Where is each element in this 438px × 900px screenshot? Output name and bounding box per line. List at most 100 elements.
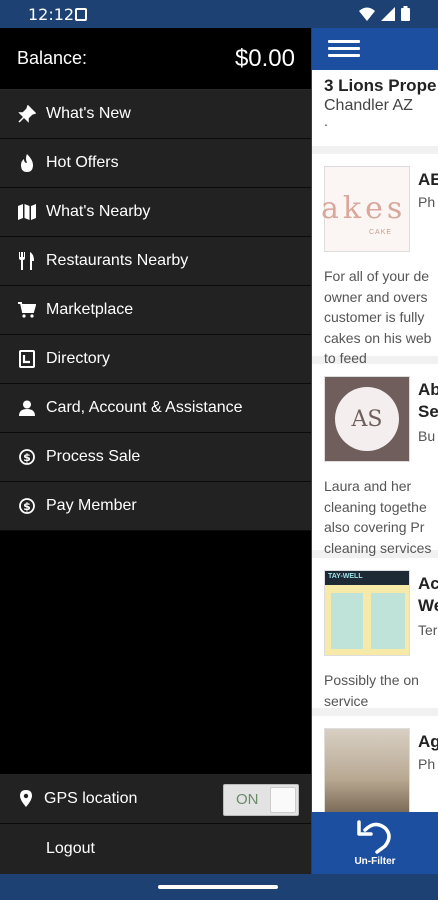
signal-icon xyxy=(381,6,395,21)
menu-item-label: What's Nearby xyxy=(46,203,151,220)
utensils-icon xyxy=(0,252,46,270)
menu-item-hot-offers[interactable]: Hot Offers xyxy=(0,139,311,188)
flame-icon xyxy=(0,154,46,172)
menu-item-label: Process Sale xyxy=(46,448,141,465)
menu-item-label: Hot Offers xyxy=(46,154,119,171)
menu-item-marketplace[interactable]: Marketplace xyxy=(0,286,311,335)
desc-line: cleaning togethe xyxy=(324,498,427,515)
listing-image-sub: CAKE xyxy=(369,229,393,236)
listing-subtitle: Ph xyxy=(418,756,436,772)
desc-line: For all of your de xyxy=(324,268,430,284)
menu-item-restaurants-nearby[interactable]: Restaurants Nearby xyxy=(0,237,311,286)
undo-icon xyxy=(357,820,391,854)
gps-location-row: GPS location ON xyxy=(0,774,311,824)
listing-description: Possibly the on service xyxy=(324,670,438,711)
status-time: 12:12 xyxy=(28,5,75,24)
listing-image-badge: AS xyxy=(335,387,399,451)
listing-image-text: akes xyxy=(321,191,407,226)
menu-item-process-sale[interactable]: $ Process Sale xyxy=(0,433,311,482)
listing-title: Ag xyxy=(418,732,438,751)
svg-text:$: $ xyxy=(23,500,31,513)
menu-item-label: Pay Member xyxy=(46,497,137,514)
dollar-icon: $ xyxy=(0,449,46,465)
menu-item-label: Marketplace xyxy=(46,301,134,318)
wifi-icon xyxy=(359,7,375,21)
logout-button[interactable]: Logout xyxy=(0,824,311,874)
sim-card-icon xyxy=(75,8,87,21)
listing-description: Laura and her cleaning togethe also cove… xyxy=(324,476,438,558)
listing-card[interactable]: Ag Ph xyxy=(312,716,438,826)
desc-line: cleaning services xyxy=(324,539,432,556)
listing-image-panel xyxy=(331,593,363,649)
desc-line: Possibly the on xyxy=(324,672,419,688)
listing-title: AE xyxy=(418,170,438,189)
desc-line: service xyxy=(324,692,369,709)
listing-title-line2: We xyxy=(418,596,438,615)
balance-value: $0.00 xyxy=(234,44,295,72)
menu-item-card-account[interactable]: Card, Account & Assistance xyxy=(0,384,311,433)
listing-subtitle: Ter xyxy=(418,622,438,638)
desc-line: cakes on his web xyxy=(324,329,432,346)
menu-item-pay-member[interactable]: $ Pay Member xyxy=(0,482,311,531)
screen: 12:12 3 Lions Prope Chandler AZ . akes C… xyxy=(0,0,438,900)
battery-icon xyxy=(401,6,410,21)
toggle-knob xyxy=(270,787,296,813)
menu-item-label: Directory xyxy=(46,350,111,367)
menu-item-label: What's New xyxy=(46,105,131,122)
svg-text:$: $ xyxy=(23,451,31,464)
gps-toggle-state: ON xyxy=(236,791,259,808)
listing-image xyxy=(324,728,410,814)
desc-line: customer is fully xyxy=(324,309,425,325)
menu-item-whats-nearby[interactable]: What's Nearby xyxy=(0,188,311,237)
status-bar: 12:12 xyxy=(0,0,438,28)
listing-image-panel xyxy=(371,593,405,649)
desc-line: also covering Pr xyxy=(324,519,425,535)
map-icon xyxy=(0,204,46,220)
listing-title: Ac xyxy=(418,574,438,593)
unfilter-label: Un-Filter xyxy=(354,856,396,867)
balance-header: Balance: $0.00 xyxy=(0,28,311,90)
listing-title: Ab xyxy=(418,380,438,399)
directory-icon xyxy=(0,350,46,368)
status-icons xyxy=(359,6,410,21)
listing-image: akes CAKE xyxy=(321,166,410,252)
listing-image-text: TAY-WELL xyxy=(328,573,363,580)
listing-card[interactable]: TAY-WELL Ac We Ter Possibly the on servi… xyxy=(312,558,438,711)
drawer-bottom: GPS location ON Logout xyxy=(0,774,311,874)
listing-subtitle: Bu xyxy=(418,428,436,444)
gps-location-label: GPS location xyxy=(44,789,138,807)
business-dot: . xyxy=(324,113,328,129)
menu-item-label: Card, Account & Assistance xyxy=(46,399,243,416)
balance-label: Balance: xyxy=(17,48,88,68)
location-pin-icon xyxy=(0,790,40,807)
business-header: 3 Lions Prope Chandler AZ . xyxy=(312,70,438,146)
menu-item-label: Restaurants Nearby xyxy=(46,252,189,269)
system-nav-bar xyxy=(0,874,438,900)
listing-card[interactable]: akes CAKE AE Ph For all of your de owner… xyxy=(312,154,438,366)
listing-card[interactable]: AS Ab Se Bu Laura and her cleaning toget… xyxy=(312,364,438,556)
background-app: 3 Lions Prope Chandler AZ . akes CAKE AE… xyxy=(312,28,438,874)
listing-subtitle: Ph xyxy=(418,194,436,210)
listing-description: For all of your de owner and overs custo… xyxy=(324,266,438,369)
dollar-icon: $ xyxy=(0,498,46,514)
menu-icon[interactable] xyxy=(328,40,360,58)
listing-image-text: AS xyxy=(351,406,383,432)
home-gesture-handle[interactable] xyxy=(158,885,278,889)
user-icon xyxy=(0,400,46,416)
desc-line: owner and overs xyxy=(324,288,428,305)
gps-toggle[interactable]: ON xyxy=(223,784,299,816)
menu-item-whats-new[interactable]: What's New xyxy=(0,90,311,139)
menu-item-directory[interactable]: Directory xyxy=(0,335,311,384)
business-city: Chandler AZ xyxy=(324,97,413,114)
app-header xyxy=(312,28,438,70)
cart-icon xyxy=(0,302,46,318)
listing-title-line2: Se xyxy=(418,402,438,421)
logout-label: Logout xyxy=(46,840,95,857)
unfilter-button[interactable]: Un-Filter xyxy=(312,812,438,874)
pin-icon xyxy=(0,105,46,123)
desc-line: Laura and her xyxy=(324,478,412,494)
listing-image: TAY-WELL xyxy=(324,570,410,656)
business-name: 3 Lions Prope xyxy=(324,76,437,95)
navigation-drawer: Balance: $0.00 What's New Hot Offers Wha… xyxy=(0,28,311,874)
listing-image: AS xyxy=(324,376,410,462)
